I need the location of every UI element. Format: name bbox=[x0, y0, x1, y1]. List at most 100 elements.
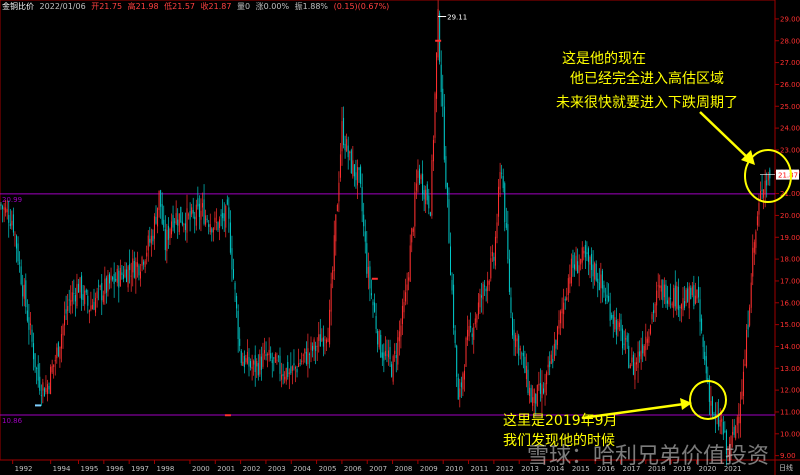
candle-body bbox=[37, 364, 39, 381]
candle-body bbox=[287, 362, 289, 377]
candle-body bbox=[688, 286, 690, 309]
candle-body bbox=[248, 356, 250, 367]
candle-body bbox=[23, 284, 25, 299]
candle-body bbox=[443, 106, 445, 160]
candle-body bbox=[558, 320, 560, 329]
candle-body bbox=[164, 229, 166, 251]
candle-body bbox=[302, 354, 304, 356]
quote-header: 金铜比价 2022/01/06 开21.75 高21.98 低21.57 收21… bbox=[2, 1, 392, 12]
y-tick-label: 25.00 bbox=[780, 103, 800, 111]
candle-body bbox=[324, 339, 326, 341]
x-tick-label: 2012 bbox=[496, 465, 514, 473]
candle-body bbox=[380, 334, 382, 358]
candle-body bbox=[78, 283, 79, 293]
candle-body bbox=[676, 286, 678, 309]
candle-body bbox=[470, 325, 472, 328]
candle-body bbox=[428, 195, 430, 209]
candle-body bbox=[643, 346, 645, 356]
x-tick-label: 2007 bbox=[369, 465, 387, 473]
candle-body bbox=[556, 326, 558, 346]
candle-body bbox=[482, 284, 484, 300]
candle-body bbox=[605, 298, 606, 302]
y-tick-label: 28.00 bbox=[780, 37, 800, 45]
candle-body bbox=[696, 289, 698, 299]
candle-body bbox=[43, 388, 45, 397]
candle-body bbox=[34, 353, 36, 368]
candle-body bbox=[516, 338, 518, 342]
volume-value: 量0 bbox=[237, 2, 251, 11]
candle-body bbox=[375, 316, 377, 329]
candle-body bbox=[735, 425, 737, 439]
candle-body bbox=[606, 294, 608, 298]
x-tick-label: 1992 bbox=[15, 465, 33, 473]
candle-body bbox=[708, 379, 710, 402]
candle-body bbox=[753, 242, 755, 253]
candle-body bbox=[552, 358, 554, 363]
candle-body bbox=[174, 221, 176, 223]
x-tick-label: 2009 bbox=[420, 465, 438, 473]
y-tick-label: 18.00 bbox=[780, 256, 800, 264]
candle-body bbox=[370, 293, 372, 296]
candle-body bbox=[336, 204, 338, 212]
candle-body bbox=[274, 354, 276, 363]
candle-body bbox=[491, 251, 493, 257]
candle-body bbox=[691, 286, 693, 296]
y-tick-label: 12.00 bbox=[780, 387, 800, 395]
candle-body bbox=[618, 322, 620, 327]
candle-body bbox=[631, 357, 633, 363]
candle-body bbox=[539, 382, 541, 394]
candle-body bbox=[586, 252, 588, 255]
candle-body bbox=[321, 338, 323, 341]
candle-body bbox=[346, 139, 348, 151]
candle-body bbox=[276, 359, 278, 361]
candle-body bbox=[383, 352, 385, 361]
candle-body bbox=[609, 303, 611, 321]
candle-body bbox=[561, 308, 563, 314]
candle-body bbox=[16, 235, 17, 249]
candle-body bbox=[640, 350, 642, 360]
candle-body bbox=[40, 395, 42, 397]
period-label: 日线 bbox=[779, 464, 793, 472]
candle-body bbox=[147, 235, 149, 251]
candle-body bbox=[68, 299, 70, 301]
candle-body bbox=[670, 298, 672, 299]
candle-body bbox=[87, 295, 89, 306]
candle-body bbox=[62, 325, 64, 336]
candle-body bbox=[175, 213, 177, 224]
candle-body bbox=[615, 319, 617, 335]
change-value: (0.15)(0.67%) bbox=[333, 2, 390, 11]
candle-body bbox=[264, 350, 265, 354]
candle-body bbox=[243, 355, 245, 368]
candle-body bbox=[532, 397, 534, 406]
candle-body bbox=[645, 336, 647, 351]
candle-body bbox=[628, 345, 630, 368]
candle-body bbox=[617, 321, 619, 330]
candle-body bbox=[457, 377, 459, 400]
candle-body bbox=[116, 268, 118, 283]
candle-body bbox=[149, 238, 151, 243]
candle-body bbox=[327, 338, 329, 342]
candle-body bbox=[546, 372, 548, 385]
candle-body bbox=[296, 368, 298, 373]
candle-body bbox=[575, 255, 577, 270]
x-tick-label: 1995 bbox=[81, 465, 99, 473]
candle-body bbox=[732, 431, 734, 435]
candle-body bbox=[702, 337, 704, 347]
y-tick-label: 14.00 bbox=[780, 343, 800, 351]
candle-body bbox=[198, 203, 200, 218]
candle-body bbox=[183, 224, 185, 226]
candle-body bbox=[50, 366, 52, 395]
candle-body bbox=[5, 207, 7, 213]
candle-body bbox=[560, 311, 562, 324]
candle-body bbox=[110, 275, 112, 281]
x-tick-label: 2006 bbox=[344, 465, 362, 473]
candle-body bbox=[84, 290, 86, 305]
candle-body bbox=[233, 269, 234, 279]
candle-body bbox=[208, 224, 210, 227]
candle-body bbox=[56, 347, 58, 359]
candle-body bbox=[625, 338, 627, 340]
candle-body bbox=[505, 222, 507, 228]
candle-body bbox=[646, 338, 648, 343]
low-value: 低21.57 bbox=[164, 2, 196, 11]
candle-body bbox=[2, 205, 4, 209]
